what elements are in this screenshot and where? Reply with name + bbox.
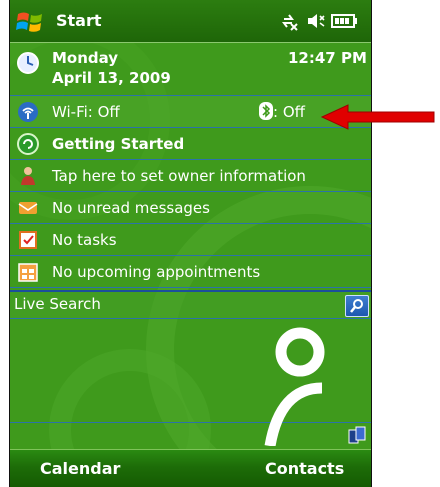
getting-started-icon: [17, 133, 39, 155]
messages-row[interactable]: No unread messages: [10, 192, 371, 224]
device-icon[interactable]: [347, 425, 367, 445]
battery-icon[interactable]: [331, 14, 357, 28]
appointments-label: No upcoming appointments: [52, 263, 261, 281]
appointments-row[interactable]: No upcoming appointments: [10, 256, 371, 288]
connectivity-icon[interactable]: [282, 14, 298, 31]
clock-icon: [17, 52, 39, 74]
day-label: Monday: [52, 49, 119, 67]
messages-label: No unread messages: [52, 199, 210, 217]
speaker-mute-icon[interactable]: [308, 14, 325, 28]
calendar-icon: [18, 263, 38, 282]
getting-started-row[interactable]: Getting Started: [10, 128, 371, 160]
tasks-icon: [19, 231, 37, 249]
date-time-row[interactable]: Monday April 13, 2009 12:47 PM: [10, 43, 371, 96]
owner-info-row[interactable]: Tap here to set owner information: [10, 160, 371, 192]
bluetooth-icon: [259, 102, 273, 120]
annotation-arrow-icon: [320, 104, 435, 130]
status-icons[interactable]: [280, 9, 360, 33]
calendar-softkey[interactable]: Calendar: [40, 459, 120, 478]
windows-flag-icon[interactable]: [14, 6, 48, 36]
search-button[interactable]: [345, 295, 369, 317]
bluetooth-status-label: : Off: [273, 103, 305, 121]
title-bar: Start: [10, 0, 371, 43]
device-screen: Start Monday April 13, 2009 12:47 PM Wi-…: [9, 0, 372, 487]
soft-key-bar: Calendar Contacts: [10, 449, 371, 487]
tasks-row[interactable]: No tasks: [10, 224, 371, 256]
start-title[interactable]: Start: [56, 11, 102, 30]
wifi-status: Wi-Fi: Off: [52, 103, 120, 121]
person-icon: [21, 167, 35, 185]
date-label: April 13, 2009: [52, 69, 171, 87]
live-search-label: Live Search: [14, 295, 101, 313]
messaging-icon: [18, 202, 38, 214]
time-label: 12:47 PM: [288, 49, 367, 67]
tasks-label: No tasks: [52, 231, 117, 249]
bluetooth-status: : Off: [259, 102, 305, 121]
windows-mobile-logo: [264, 327, 325, 446]
getting-started-label: Getting Started: [52, 135, 185, 153]
search-icon: [350, 299, 363, 313]
owner-info-label: Tap here to set owner information: [52, 167, 306, 185]
wireless-status-row[interactable]: Wi-Fi: Off : Off: [10, 96, 371, 128]
live-search-bar[interactable]: Live Search: [10, 290, 371, 319]
contacts-softkey[interactable]: Contacts: [265, 459, 344, 478]
wifi-icon: [18, 102, 38, 122]
